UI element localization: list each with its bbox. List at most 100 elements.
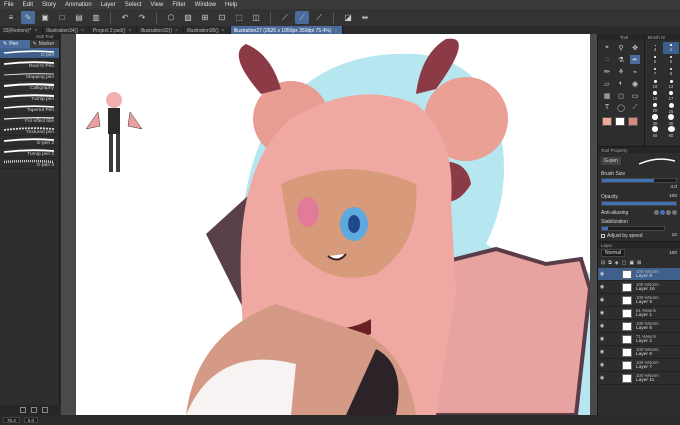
brush-item[interactable]: G-pen 2	[0, 136, 59, 147]
layer-row[interactable]: ◉ 61 %Norm Layer 1	[598, 307, 680, 320]
reference-icon[interactable]: ◈	[615, 260, 619, 266]
brush-item[interactable]: Mapping pen	[0, 70, 59, 81]
menu-animation[interactable]: Animation	[65, 2, 92, 8]
brush-size-slider[interactable]	[601, 178, 677, 183]
brush-size-option[interactable]: 40	[663, 114, 679, 126]
figure-icon[interactable]: ◻	[616, 91, 626, 100]
clear-icon[interactable]: ▧	[181, 11, 195, 24]
lasso-icon[interactable]: ⟋	[278, 11, 292, 24]
adjust-checkbox[interactable]	[601, 233, 605, 238]
grid-icon[interactable]: ⊡	[215, 11, 229, 24]
tab-doc-4[interactable]: Illustration32() ×	[137, 26, 184, 34]
pen-tool-icon[interactable]: ✎	[21, 11, 35, 24]
eye-icon[interactable]: ◉	[598, 349, 606, 355]
layer-row[interactable]: ◉ 100 %Norm Layer 5	[598, 320, 680, 333]
brush-item[interactable]: G-pen 3	[0, 158, 59, 169]
layer-row[interactable]: ◉ 100 %Norm Layer 7	[598, 359, 680, 372]
menu-file[interactable]: File	[4, 2, 14, 8]
brush-size-option[interactable]: 6	[663, 54, 679, 66]
save-icon[interactable]: ▥	[89, 11, 103, 24]
eye-icon[interactable]: ◉	[598, 323, 606, 329]
lock-icon[interactable]: ⊟	[601, 260, 605, 266]
brush-size-option[interactable]: 50	[647, 126, 663, 138]
balloon-icon[interactable]: ◯	[616, 103, 626, 112]
lasso-select-icon[interactable]: ◌	[602, 55, 612, 64]
brush-item[interactable]: Calligraphy	[0, 81, 59, 92]
flip-icon[interactable]: ⇹	[358, 11, 372, 24]
move-icon[interactable]: ✥	[630, 43, 640, 52]
brush-item[interactable]: Tapered Pen	[0, 103, 59, 114]
close-icon[interactable]: ×	[334, 28, 337, 34]
antialias-mid[interactable]	[666, 210, 671, 215]
pen-icon[interactable]: ✒	[630, 55, 640, 64]
frame-icon[interactable]: ▭	[630, 91, 640, 100]
correction-icon[interactable]: ⟋	[630, 103, 640, 112]
brush-size-option[interactable]: 7	[647, 66, 663, 78]
eye-icon[interactable]: ◉	[598, 271, 606, 277]
eye-icon[interactable]: ◉	[598, 310, 606, 316]
ruler-icon[interactable]: ◫	[249, 11, 263, 24]
brush-size-option[interactable]: 60	[663, 126, 679, 138]
layer-row[interactable]: ◉ 100 %Norm Layer 6	[598, 346, 680, 359]
mask-icon[interactable]: ▣	[629, 260, 634, 266]
tab-doc-1[interactable]: 33(Restore)* ×	[0, 26, 44, 34]
brush-size-option[interactable]: 10	[647, 78, 663, 90]
gradient-icon[interactable]: ▦	[602, 91, 612, 100]
tab-doc-5[interactable]: Illustration36() ×	[184, 26, 231, 34]
stabilize-icon[interactable]: ⟋	[295, 11, 309, 24]
menu-help[interactable]: Help	[225, 2, 237, 8]
eye-icon[interactable]: ◉	[598, 362, 606, 368]
brush-icon[interactable]: ⚘	[616, 67, 626, 76]
draft-icon[interactable]: ▢	[622, 260, 627, 266]
brush-size-option[interactable]: 12	[663, 78, 679, 90]
brush-item[interactable]: G-pen	[0, 48, 59, 59]
tab-doc-2[interactable]: Illustration34() ×	[43, 26, 90, 34]
accent-color-swatch[interactable]	[628, 117, 638, 126]
close-icon[interactable]: ×	[222, 28, 225, 34]
opacity-slider[interactable]	[601, 201, 677, 206]
undo-icon[interactable]: ↶	[118, 11, 132, 24]
blend-icon[interactable]: ◐	[616, 79, 626, 88]
brush-item[interactable]: Turnip pen 2	[0, 147, 59, 158]
menu-window[interactable]: Window	[195, 2, 216, 8]
brush-size-option[interactable]: 15	[647, 90, 663, 102]
brush-size-option[interactable]: 4	[663, 42, 679, 54]
angle-field[interactable]: 0.0	[23, 417, 39, 423]
brush-item[interactable]: For effect line	[0, 114, 59, 125]
airbrush-icon[interactable]: ⌁	[630, 67, 640, 76]
menu-edit[interactable]: Edit	[23, 2, 33, 8]
clip-icon[interactable]: ⧉	[608, 260, 612, 266]
delete-layer-icon[interactable]: ⊠	[637, 260, 641, 266]
tab-doc-active[interactable]: Illustration27 (2626 x 1950px 350dpi 75.…	[230, 26, 344, 34]
fill-icon[interactable]: ◉	[630, 79, 640, 88]
redo-icon[interactable]: ↷	[135, 11, 149, 24]
eyedropper-icon[interactable]: ⚗	[616, 55, 626, 64]
adjust-option[interactable]: Adjust by speed	[601, 233, 643, 239]
brush-size-option[interactable]: 20	[647, 102, 663, 114]
eye-icon[interactable]: ◉	[598, 297, 606, 303]
zoom-field[interactable]: 75.4	[3, 417, 20, 423]
snap-icon[interactable]: ⟋	[312, 11, 326, 24]
brush-item[interactable]: Turnip pen	[0, 92, 59, 103]
antialias-weak[interactable]	[660, 210, 665, 215]
ruler2-icon[interactable]: ◪	[341, 11, 355, 24]
eye-icon[interactable]: ◉	[598, 284, 606, 290]
brush-size-option[interactable]: 30	[647, 114, 663, 126]
brush-item[interactable]: Real G-Pen	[0, 59, 59, 70]
eye-icon[interactable]: ◉	[598, 336, 606, 342]
brush-size-option[interactable]: 5	[647, 54, 663, 66]
eye-icon[interactable]: ◉	[598, 375, 606, 381]
layer-row[interactable]: ◉ 71 %Norm Layer 2	[598, 333, 680, 346]
menu-layer[interactable]: Layer	[101, 2, 116, 8]
layer-row[interactable]: ◉ 100 %Norm Layer 8	[598, 268, 680, 281]
stabilization-slider[interactable]	[601, 226, 665, 231]
gallery-icon[interactable]: ▣	[38, 11, 52, 24]
delete-subtool-icon[interactable]	[42, 407, 48, 413]
pencil-icon[interactable]: ✏	[602, 67, 612, 76]
blend-mode-select[interactable]: Normal	[601, 249, 626, 257]
eraser-icon[interactable]: ▱	[602, 79, 612, 88]
brush-item[interactable]: Textured pen	[0, 125, 59, 136]
copy-subtool-icon[interactable]	[31, 407, 37, 413]
layer-row[interactable]: ◉ 100 %Norm Layer 11	[598, 372, 680, 385]
menu-select[interactable]: Select	[125, 2, 142, 8]
